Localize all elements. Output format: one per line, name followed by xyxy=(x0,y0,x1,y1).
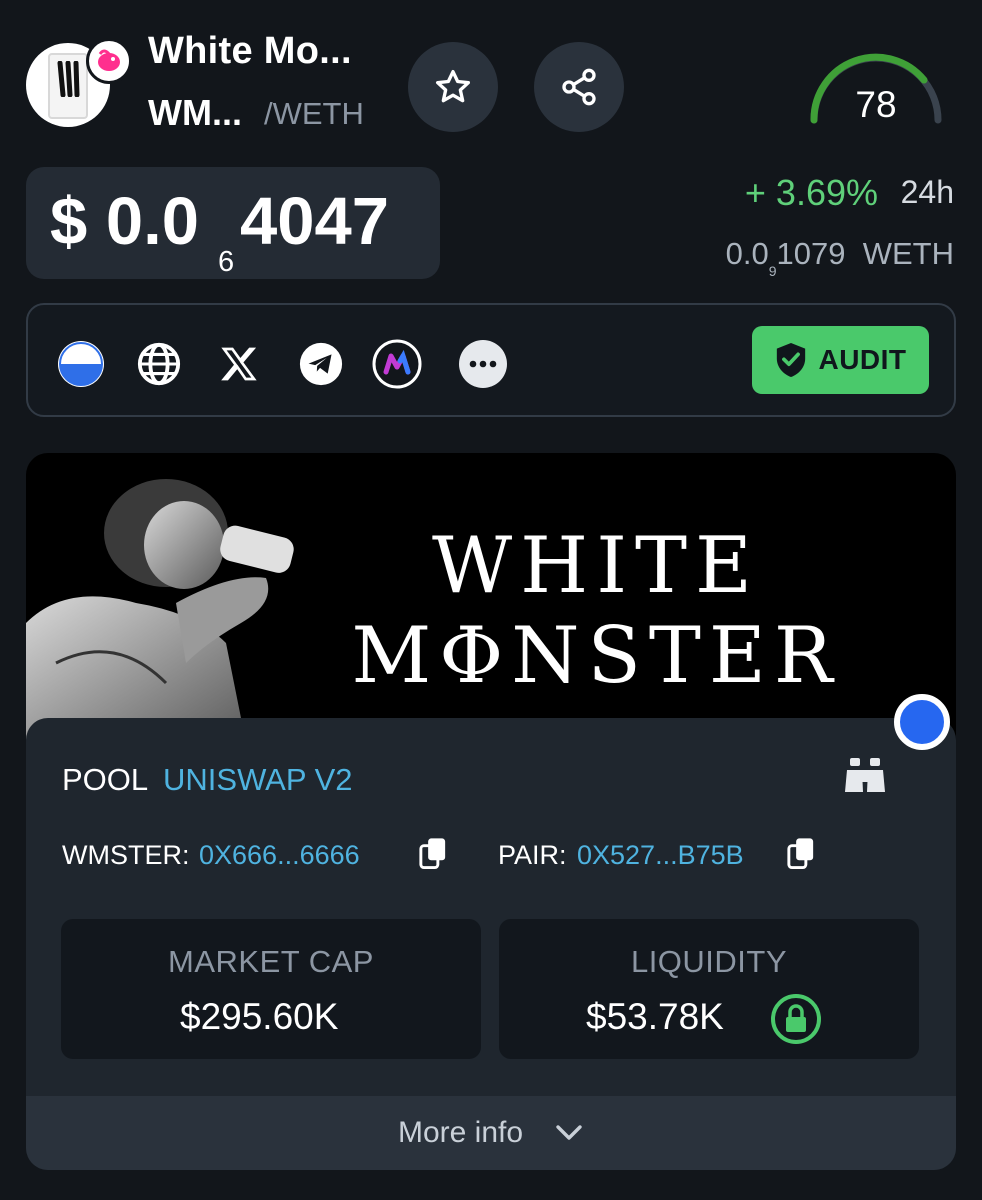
banner-line2: MΦNSTER xyxy=(351,611,841,701)
banner-title: WHITE MΦNSTER xyxy=(286,521,906,701)
telegram-icon[interactable] xyxy=(296,339,346,389)
market-cap-value: $295.60K xyxy=(180,996,339,1037)
price-digits: 4047 xyxy=(240,184,390,259)
pair-address-label: PAIR: xyxy=(498,840,567,870)
share-icon xyxy=(562,68,596,106)
score-value: 78 xyxy=(855,84,897,125)
more-info-label: More info xyxy=(398,1116,524,1149)
binoculars-icon[interactable] xyxy=(842,756,888,801)
token-name: White Mo... xyxy=(148,30,352,72)
x-icon[interactable] xyxy=(214,339,264,389)
weth-subscript: 9 xyxy=(768,263,777,279)
banner-figure-image xyxy=(26,479,294,743)
liquidity-box xyxy=(499,919,919,1059)
token-symbol: WM... xyxy=(148,92,242,133)
price-prefix: $ 0.0 xyxy=(50,184,200,259)
weth-digits: 1079 xyxy=(776,236,846,271)
chevron-down-icon xyxy=(554,1120,584,1149)
more-icon[interactable] xyxy=(458,339,508,389)
market-cap-title: MARKET CAP xyxy=(168,944,374,979)
audit-button[interactable]: AUDIT xyxy=(752,326,929,394)
price-change: + 3.69% xyxy=(744,172,878,213)
audit-label: AUDIT xyxy=(818,344,907,375)
app-icon[interactable] xyxy=(372,339,422,389)
weth-unit: WETH xyxy=(862,236,954,271)
chain-badge-icon xyxy=(894,694,950,750)
star-icon xyxy=(436,70,470,103)
globe-icon[interactable] xyxy=(134,339,184,389)
change-period: 24h xyxy=(900,174,954,210)
shield-check-icon xyxy=(777,343,806,377)
liquidity-value: $53.78K xyxy=(586,996,724,1037)
banner-line1: WHITE xyxy=(432,521,760,611)
pool-name[interactable]: UNISWAP V2 xyxy=(163,762,353,798)
weth-prefix: 0.0 xyxy=(725,236,769,271)
share-button[interactable] xyxy=(534,42,624,132)
weth-price: 0.091079 WETH xyxy=(726,236,954,279)
token-banner: WHITE MΦNSTER xyxy=(26,453,956,743)
pair-address[interactable]: 0X527...B75B xyxy=(577,840,744,871)
website-icon[interactable] xyxy=(56,339,106,389)
liquidity-title: LIQUIDITY xyxy=(630,944,788,979)
pair-quote: /WETH xyxy=(264,96,364,131)
copy-pair-address-icon[interactable] xyxy=(786,836,816,875)
lock-icon[interactable] xyxy=(770,993,822,1050)
copy-token-address-icon[interactable] xyxy=(418,836,448,875)
uniswap-badge-icon xyxy=(86,38,132,84)
claw-logo-icon xyxy=(57,61,80,97)
market-cap-box xyxy=(61,919,481,1059)
token-address-label: WMSTER: xyxy=(62,840,190,870)
pool-label: POOL xyxy=(62,762,149,797)
favorite-button[interactable] xyxy=(408,42,498,132)
price-zeros-subscript: 6 xyxy=(218,246,235,278)
token-address[interactable]: 0X666...6666 xyxy=(199,840,360,871)
